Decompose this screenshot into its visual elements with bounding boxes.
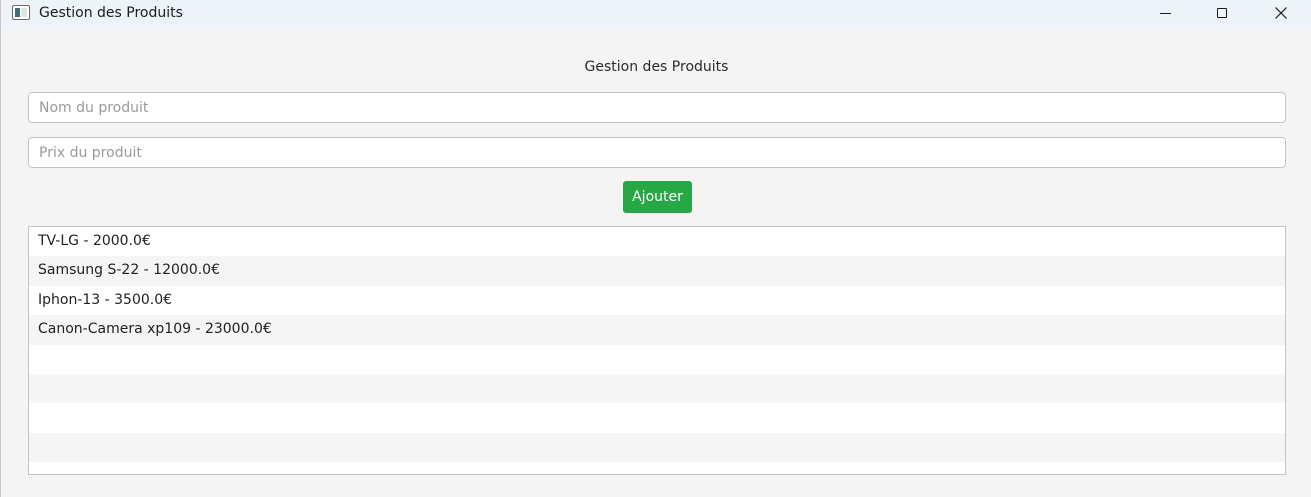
window-title: Gestion des Produits — [39, 5, 183, 21]
app-icon — [12, 5, 30, 20]
maximize-button[interactable] — [1193, 0, 1251, 26]
empty-list-row — [29, 344, 1285, 374]
maximize-icon — [1217, 8, 1227, 18]
list-item[interactable]: Iphon-13 - 3500.0€ — [29, 285, 1285, 316]
close-icon — [1275, 7, 1287, 19]
empty-list-row — [29, 373, 1285, 404]
app-window: Gestion des Produits Gestion des Produit… — [0, 0, 1311, 497]
add-button[interactable]: Ajouter — [623, 181, 692, 213]
empty-list-row — [29, 462, 1285, 474]
list-item[interactable]: Canon-Camera xp109 - 23000.0€ — [29, 315, 1285, 345]
title-bar[interactable]: Gestion des Produits — [1, 0, 1311, 30]
product-price-input[interactable] — [28, 137, 1286, 168]
list-item[interactable]: Samsung S-22 - 12000.0€ — [29, 256, 1285, 286]
minimize-button[interactable] — [1136, 0, 1194, 26]
minimize-icon — [1159, 12, 1171, 14]
product-list[interactable]: TV-LG - 2000.0€ Samsung S-22 - 12000.0€ … — [28, 226, 1286, 475]
page-title: Gestion des Produits — [584, 59, 729, 75]
empty-list-row — [29, 432, 1285, 463]
product-name-input[interactable] — [28, 92, 1286, 123]
list-item[interactable]: TV-LG - 2000.0€ — [29, 227, 1285, 257]
close-button[interactable] — [1252, 0, 1310, 26]
empty-list-row — [29, 403, 1285, 433]
